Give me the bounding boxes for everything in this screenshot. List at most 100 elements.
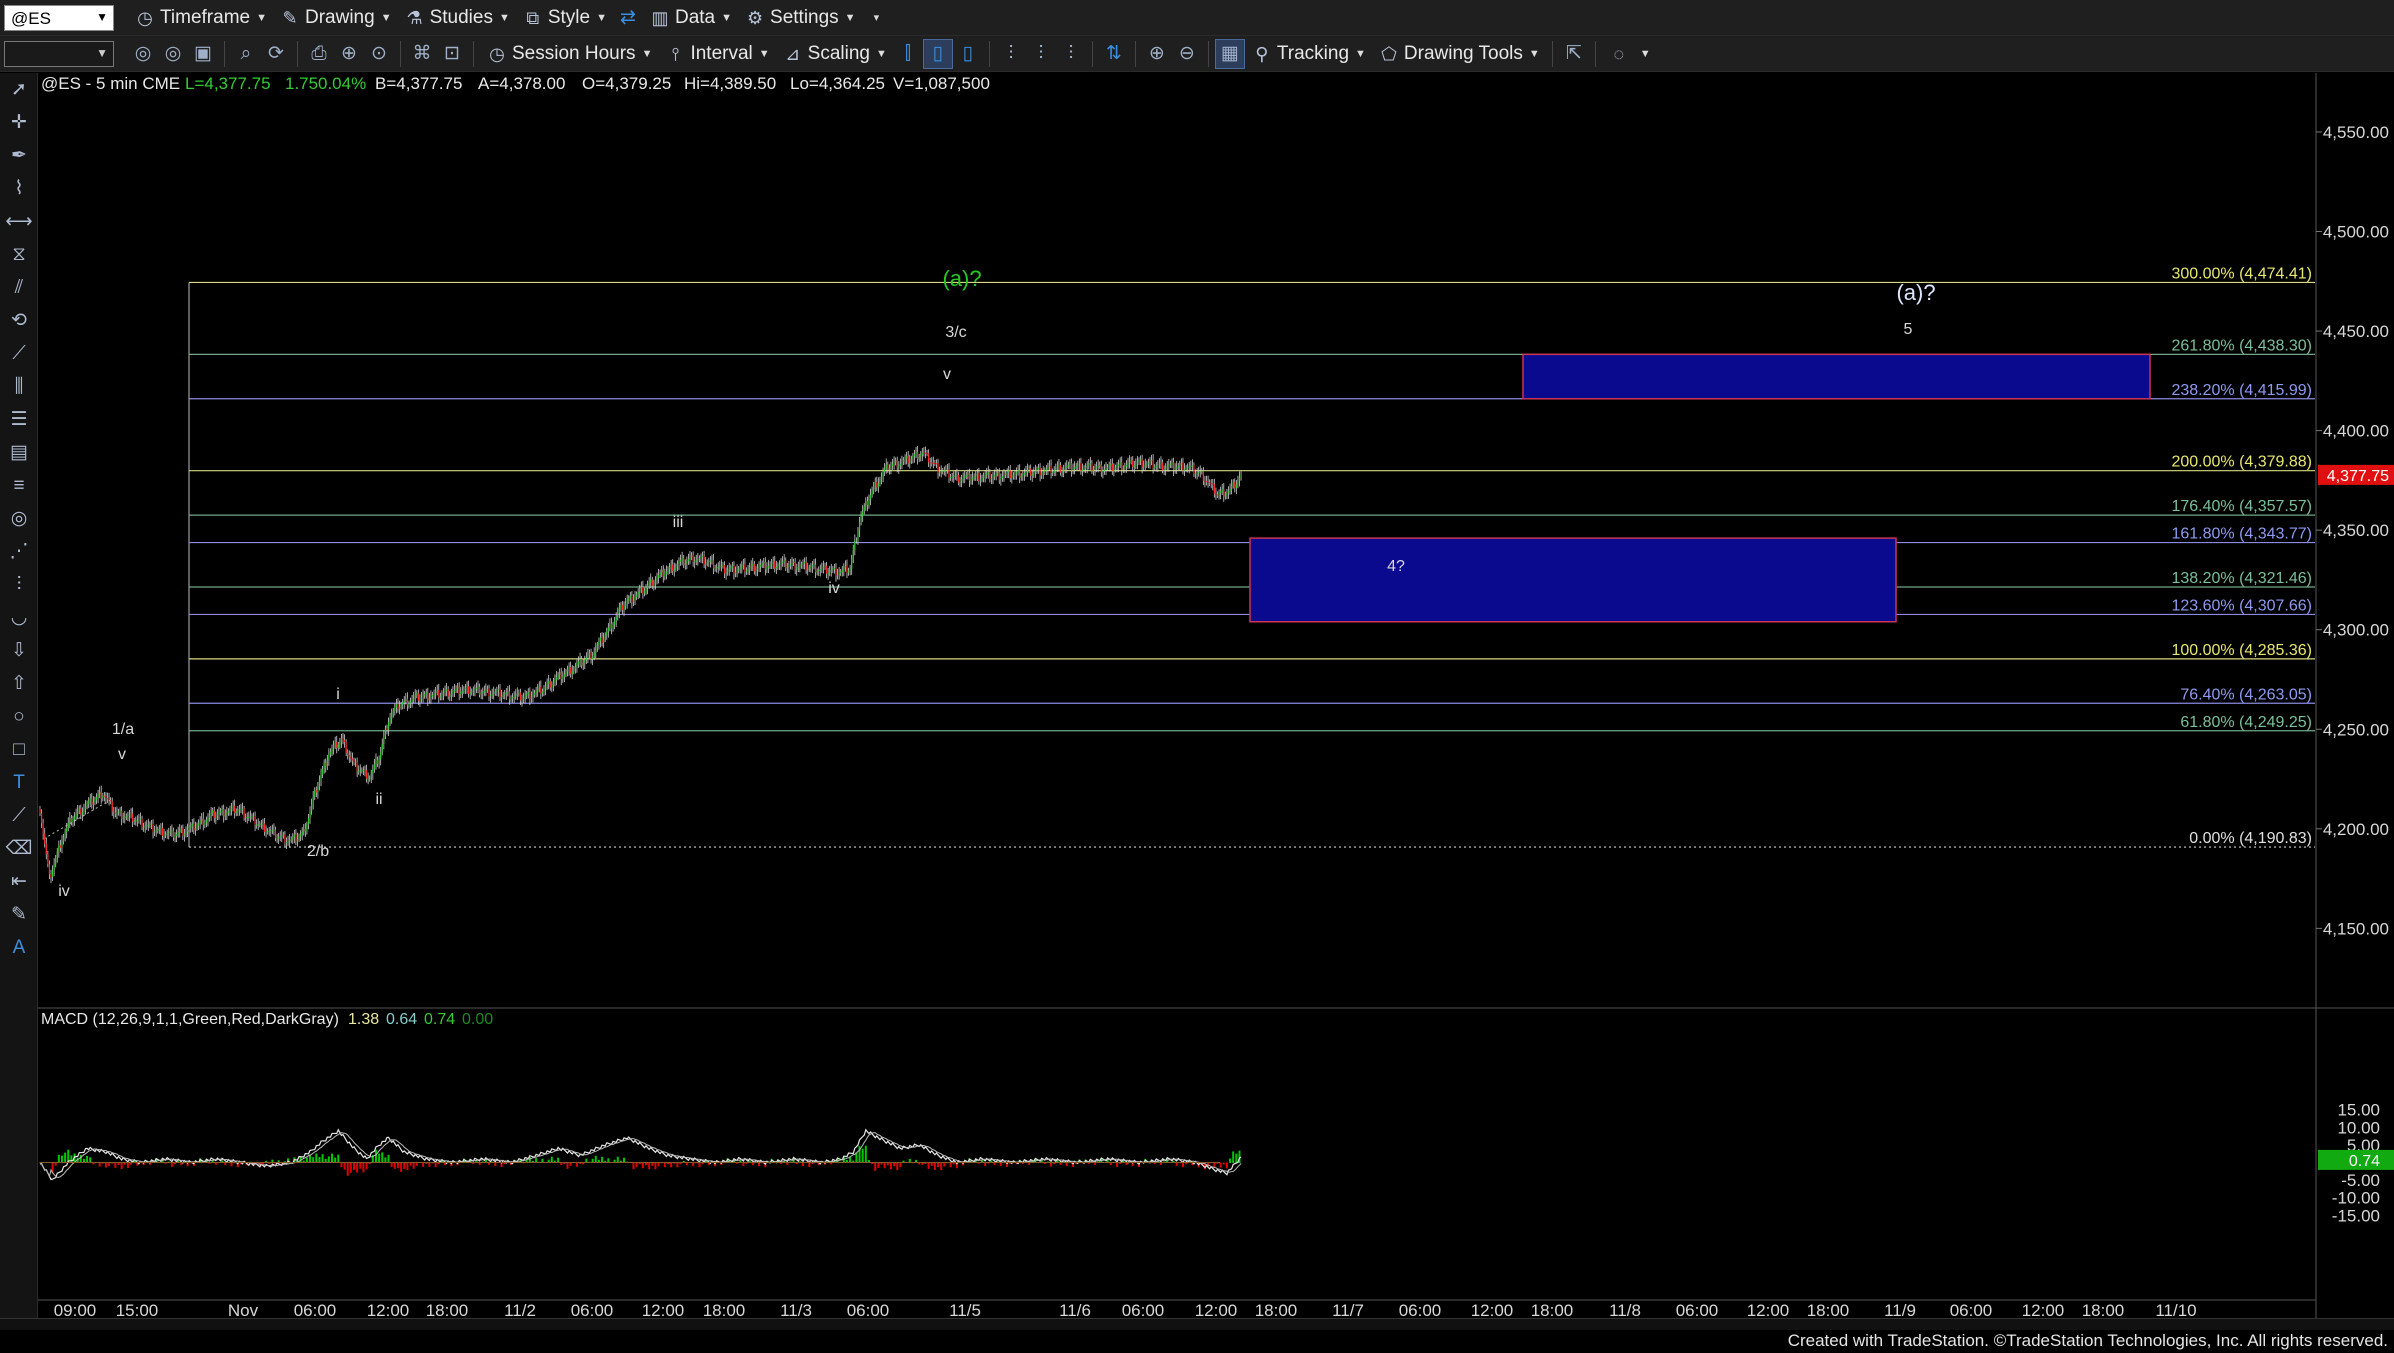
candle-body [315, 790, 317, 793]
candle-body [979, 479, 982, 481]
candle-body [287, 841, 289, 843]
candle-body [785, 560, 787, 569]
candle-body [99, 791, 101, 795]
candle-body [1019, 470, 1021, 478]
macd-histogram-bar [930, 1162, 933, 1166]
candle-body [1081, 469, 1084, 471]
candle-body [132, 813, 134, 822]
candle-body [494, 691, 496, 693]
candle-body [103, 795, 105, 797]
candle-body [612, 624, 614, 629]
candle-body [951, 476, 953, 478]
candle-body [843, 567, 845, 570]
candle-body [488, 688, 490, 697]
macd-histogram-bar [1229, 1158, 1232, 1163]
candle-body [446, 689, 448, 691]
candle-body [111, 801, 113, 812]
candle-body [119, 810, 121, 812]
candle-body [479, 686, 481, 695]
candle-body [646, 585, 649, 588]
candle-body [775, 567, 777, 569]
candle-body [940, 471, 942, 473]
candle-body [884, 468, 886, 473]
candle-body [395, 703, 397, 708]
time-axis-label: 18:00 [1255, 1301, 1298, 1318]
time-axis-label: 06:00 [1399, 1301, 1442, 1318]
candle-body [654, 580, 657, 584]
candle-body [348, 754, 350, 757]
candle-body [511, 697, 514, 699]
wave-label: i [336, 686, 340, 703]
candle-body [249, 816, 251, 818]
chart-header-low: Lo=4,364.25 [790, 74, 885, 93]
candle-body [1205, 481, 1208, 483]
macd-histogram-bar [654, 1162, 657, 1170]
candle-body [402, 702, 404, 705]
candle-body [521, 699, 523, 701]
candle-body [738, 568, 740, 571]
candle-body [1050, 465, 1052, 474]
candle-body [939, 472, 941, 474]
candle-body [1009, 470, 1011, 479]
candle-body [284, 834, 286, 843]
chart-header-change: 1.75 [285, 74, 318, 93]
candle-body [549, 681, 551, 688]
candle-body [1187, 467, 1189, 469]
macd-histogram-bar [70, 1155, 73, 1163]
candle-body [457, 686, 459, 689]
candle-body [1132, 459, 1134, 468]
candle-body [1113, 469, 1115, 472]
candle-body [898, 465, 900, 468]
candle-body [125, 816, 127, 818]
candle-body [1011, 476, 1013, 479]
candle-body [262, 823, 264, 825]
candle-body [840, 571, 842, 574]
candle-body [637, 591, 639, 595]
candle-body [618, 608, 620, 613]
candle-body [874, 482, 876, 486]
candle-body [296, 838, 299, 842]
candle-body [950, 477, 952, 479]
candle-body [788, 565, 790, 567]
candle-body [640, 586, 642, 590]
candle-body [838, 573, 840, 575]
macd-histogram-bar [321, 1154, 324, 1163]
candle-body [570, 667, 572, 674]
candle-body [1135, 463, 1137, 466]
candle-body [387, 722, 390, 730]
candle-body [361, 770, 363, 772]
candle-body [871, 489, 873, 495]
price-axis-label: 4,250.00 [2323, 720, 2389, 739]
candle-body [943, 470, 945, 472]
macd-histogram-bar [999, 1162, 1002, 1166]
candle-body [934, 462, 936, 464]
candle-body [102, 795, 104, 799]
candle-body [67, 822, 69, 828]
candle-body [489, 695, 492, 697]
candle-body [771, 562, 773, 565]
candle-body [510, 698, 512, 700]
macd-histogram-bar [346, 1162, 349, 1176]
price-chart[interactable]: 300.00% (4,474.41) 261.80% (4,438.30) 238.… [0, 0, 2394, 1318]
candle-body [953, 476, 955, 478]
candle-body [819, 569, 821, 571]
candle-body [782, 561, 784, 563]
candle-body [364, 769, 366, 771]
candle-body [516, 693, 518, 695]
candle-body [904, 458, 906, 461]
candle-body [761, 563, 763, 566]
candle-body [78, 808, 80, 812]
macd-histogram-bar [365, 1162, 368, 1170]
candle-body [1180, 462, 1182, 465]
candle-body [1044, 470, 1046, 473]
horizontal-scrollbar[interactable] [0, 1318, 2394, 1330]
candle-body [298, 836, 300, 839]
candle-body [750, 565, 752, 568]
candle-body [573, 668, 575, 672]
candle-body [920, 454, 922, 457]
macd-histogram-bar [698, 1162, 701, 1168]
candle-body [1179, 464, 1181, 466]
macd-histogram-bar [1213, 1162, 1216, 1168]
candle-body [1128, 461, 1131, 464]
candle-body [1000, 477, 1002, 480]
